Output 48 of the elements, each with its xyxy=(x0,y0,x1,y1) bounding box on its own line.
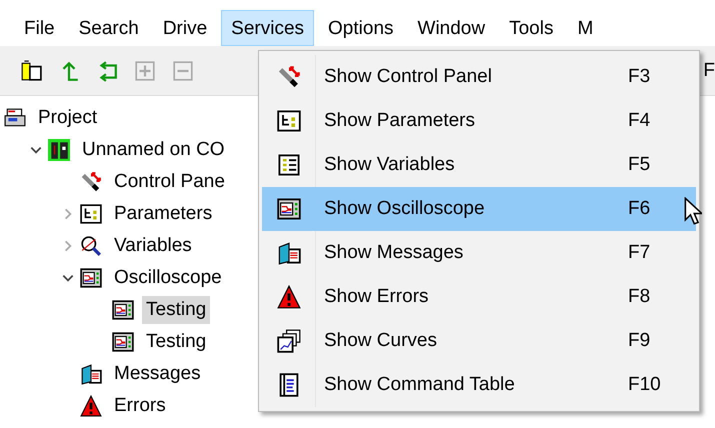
probe-icon xyxy=(80,171,102,193)
oscilloscope-icon xyxy=(112,331,134,353)
menu-item[interactable]: Tools xyxy=(499,10,564,46)
menu-item[interactable]: Services xyxy=(221,10,314,46)
minus-icon[interactable] xyxy=(172,60,194,82)
plus-icon[interactable] xyxy=(134,60,156,82)
menu-item[interactable]: Search xyxy=(68,10,149,46)
oscilloscope-icon xyxy=(276,197,300,221)
menu-item[interactable]: M xyxy=(567,10,604,46)
tree-item[interactable]: Parameters xyxy=(110,200,216,228)
menu-item[interactable]: File xyxy=(14,10,65,46)
parameters-icon xyxy=(276,109,300,133)
toolbar-text: F xyxy=(703,60,715,82)
oscilloscope-icon xyxy=(80,267,102,289)
menu-option[interactable]: Show Control Panel F3 xyxy=(262,55,696,99)
menu-option[interactable]: Show Command Table F10 xyxy=(262,363,696,407)
book-icon xyxy=(80,363,102,385)
menu-item[interactable]: Options xyxy=(318,10,404,46)
drive-icon xyxy=(48,139,70,161)
tree-item[interactable]: Unnamed on CO xyxy=(78,136,229,164)
tree-item[interactable]: Testing xyxy=(142,328,210,356)
tree-item[interactable]: Variables xyxy=(110,232,196,260)
parameters-icon xyxy=(80,203,102,225)
menu-item[interactable]: Window xyxy=(408,10,496,46)
book-icon xyxy=(276,241,300,265)
printer-icon xyxy=(4,107,26,129)
menu-option[interactable]: Show Curves F9 xyxy=(262,319,696,363)
menu-option[interactable]: Show Parameters F4 xyxy=(262,99,696,143)
tree-item[interactable]: Project xyxy=(34,104,102,132)
oscilloscope-icon xyxy=(112,299,134,321)
menu-option[interactable]: Show Errors F8 xyxy=(262,275,696,319)
tree-item[interactable]: Messages xyxy=(110,360,205,388)
tree-item[interactable]: Errors xyxy=(110,392,170,420)
list-icon xyxy=(276,153,300,177)
tree-item[interactable]: Control Pane xyxy=(110,168,229,196)
tree-item[interactable]: Testing xyxy=(142,296,210,324)
probe-icon xyxy=(276,65,300,89)
windows-chart-icon xyxy=(276,329,300,353)
warning-icon xyxy=(276,285,300,309)
device-icon[interactable] xyxy=(20,60,42,82)
warning-icon xyxy=(80,395,102,417)
cursor-icon xyxy=(684,197,702,225)
tree-item[interactable]: Oscilloscope xyxy=(110,264,226,292)
menu-option[interactable]: Show Variables F5 xyxy=(262,143,696,187)
menu-option[interactable]: Show Messages F7 xyxy=(262,231,696,275)
menu-item[interactable]: Drive xyxy=(152,10,218,46)
table-icon xyxy=(276,373,300,397)
magnifier-icon xyxy=(80,235,102,257)
